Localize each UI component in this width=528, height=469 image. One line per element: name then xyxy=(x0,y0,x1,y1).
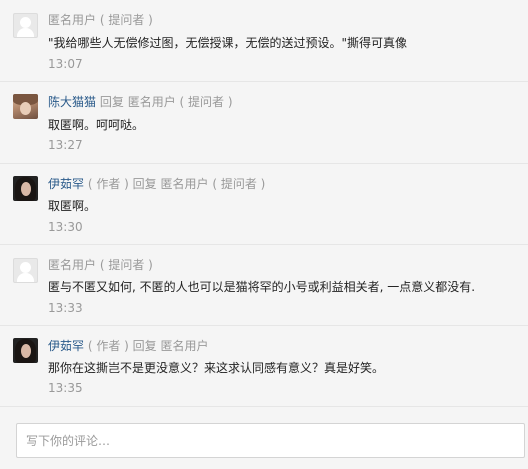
author-link[interactable]: 伊茹罕 xyxy=(48,339,84,353)
author-name: 匿名用户 xyxy=(48,258,97,272)
author-role-tag: ( 作者 ) xyxy=(87,177,129,191)
author-link[interactable]: 伊茹罕 xyxy=(48,177,84,191)
comment-meta: 匿名用户 ( 提问者 ) xyxy=(48,12,153,28)
comment-item: 陈大猫猫 回复 匿名用户 ( 提问者 ) 取匿啊。呵呵哒。 13:27 xyxy=(0,82,528,164)
comment-meta: 匿名用户 ( 提问者 ) xyxy=(48,257,153,273)
comment-time: 13:07 xyxy=(48,57,83,71)
reply-word: 回复 xyxy=(132,177,157,191)
author-role-tag: ( 提问者 ) xyxy=(99,13,153,27)
reply-word: 回复 xyxy=(99,95,124,109)
comment-time: 13:27 xyxy=(48,138,83,152)
comment-item: 匿名用户 ( 提问者 ) "我给哪些人无偿修过图，无偿授课，无偿的送过预设。"撕… xyxy=(0,0,528,82)
anonymous-user-icon xyxy=(13,13,38,38)
comment-item: 伊茹罕 ( 作者 ) 回复 匿名用户 ( 提问者 ) 取匿啊。 13:30 xyxy=(0,164,528,245)
reply-word: 回复 xyxy=(132,339,157,353)
author-role-tag: ( 作者 ) xyxy=(87,339,129,353)
comment-time: 13:35 xyxy=(48,381,83,395)
author-link[interactable]: 陈大猫猫 xyxy=(48,95,96,109)
comment-text: 匿与不匿又如何, 不匿的人也可以是猫将罕的小号或利益相关者, 一点意义都没有. xyxy=(48,280,476,294)
girl-avatar xyxy=(13,338,38,363)
author-name: 匿名用户 xyxy=(48,13,97,27)
reply-to-name: 匿名用户 xyxy=(160,177,209,191)
comment-meta: 伊茹罕 ( 作者 ) 回复 匿名用户 ( 提问者 ) xyxy=(48,176,265,192)
girl-avatar xyxy=(13,176,38,201)
comment-time: 13:30 xyxy=(48,220,83,234)
comment-input[interactable] xyxy=(17,424,524,457)
comment-time: 13:33 xyxy=(48,301,83,315)
comment-meta: 陈大猫猫 回复 匿名用户 ( 提问者 ) xyxy=(48,94,233,110)
comment-text: "我给哪些人无偿修过图，无偿授课，无偿的送过预设。"撕得可真像 xyxy=(48,36,408,50)
comment-text: 那你在这撕岂不是更没意义？来这求认同感有意义？真是好笑。 xyxy=(48,361,385,375)
reply-to-name: 匿名用户 xyxy=(127,95,176,109)
comment-item: 匿名用户 ( 提问者 ) 匿与不匿又如何, 不匿的人也可以是猫将罕的小号或利益相… xyxy=(0,245,528,326)
reply-to-role-tag: ( 提问者 ) xyxy=(179,95,233,109)
cat-avatar xyxy=(13,94,38,119)
anonymous-user-icon xyxy=(13,258,38,283)
comment-item: 伊茹罕 ( 作者 ) 回复 匿名用户 那你在这撕岂不是更没意义？来这求认同感有意… xyxy=(0,326,528,407)
comment-text: 取匿啊。 xyxy=(48,199,97,213)
comment-meta: 伊茹罕 ( 作者 ) 回复 匿名用户 xyxy=(48,338,209,354)
author-role-tag: ( 提问者 ) xyxy=(99,258,153,272)
reply-to-name: 匿名用户 xyxy=(160,339,209,353)
comment-composer xyxy=(16,423,525,458)
comment-text: 取匿啊。呵呵哒。 xyxy=(48,118,145,132)
reply-to-role-tag: ( 提问者 ) xyxy=(212,177,266,191)
